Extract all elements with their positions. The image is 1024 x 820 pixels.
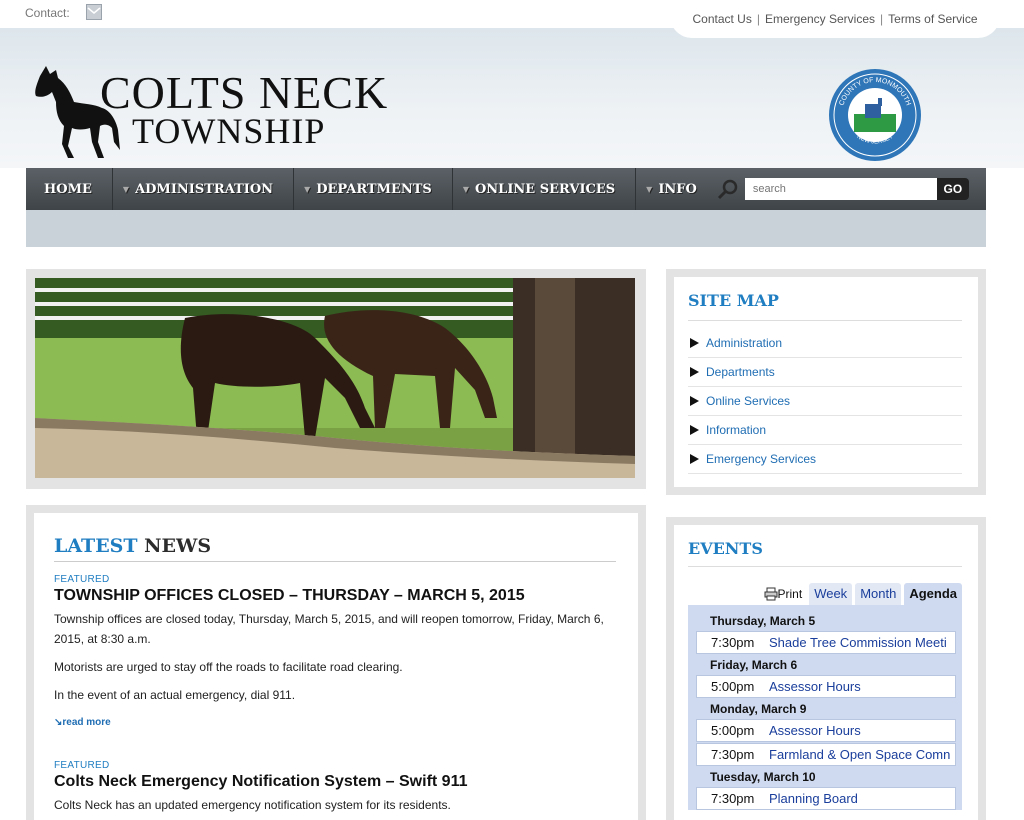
nav-label: INFO (658, 181, 697, 197)
event-name: Assessor Hours (769, 723, 861, 738)
event-time: 7:30pm (711, 747, 755, 762)
main-nav: HOME ▼ ADMINISTRATION ▼ DEPARTMENTS ▼ ONLIN… (26, 168, 986, 210)
chevron-down-icon: ▼ (304, 184, 311, 194)
article-paragraph: In the event of an actual emergency, dia… (54, 688, 296, 702)
triangle-right-icon (690, 367, 699, 377)
sitemap-label: Departments (706, 365, 775, 379)
nav-online-services[interactable]: ▼ ONLINE SERVICES (453, 168, 637, 210)
contact-label: Contact: (25, 6, 70, 20)
site-map-title: SITE MAP (688, 291, 962, 321)
latest-news-panel: LATEST NEWS FEATURED TOWNSHIP OFFICES CL… (26, 505, 646, 820)
triangle-right-icon (690, 425, 699, 435)
agenda-day: Monday, March 9 (710, 702, 807, 716)
divider: | (880, 12, 884, 26)
mail-icon[interactable] (86, 4, 102, 20)
print-label: Print (777, 587, 803, 601)
sitemap-label: Emergency Services (706, 452, 817, 466)
read-more-label: read more (62, 717, 111, 728)
sitemap-item-emergency-services[interactable]: Emergency Services (688, 445, 962, 474)
nav-label: DEPARTMENTS (316, 181, 432, 197)
divider: | (756, 12, 760, 26)
print-button[interactable]: Print (764, 583, 803, 605)
chevron-down-icon: ▼ (122, 184, 130, 194)
events-panel: EVENTS Print Week Month Agenda Thursday,… (666, 517, 986, 820)
tab-agenda[interactable]: Agenda (904, 583, 962, 605)
calendar-tabs: Print Week Month Agenda (688, 581, 962, 605)
photo-banner (26, 269, 646, 489)
utility-links: Contact Us | Emergency Services | Terms … (670, 0, 1000, 38)
horses-photo (35, 278, 635, 478)
agenda-event[interactable]: 5:00pm Assessor Hours (696, 719, 956, 742)
contact-us-link[interactable]: Contact Us (692, 12, 751, 26)
nav-label: HOME (44, 181, 92, 197)
agenda-day: Thursday, March 5 (710, 614, 816, 628)
article-headline[interactable]: TOWNSHIP OFFICES CLOSED – THURSDAY – MAR… (54, 587, 618, 605)
event-time: 5:00pm (711, 679, 755, 694)
event-name: Farmland & Open Space Comn (769, 747, 951, 762)
sitemap-item-information[interactable]: Information (688, 416, 962, 445)
latest-news-title: LATEST NEWS (54, 535, 616, 562)
event-time: 5:00pm (711, 723, 755, 738)
logo-subtitle: TOWNSHIP (132, 111, 326, 151)
news-title-main: NEWS (144, 535, 212, 557)
triangle-right-icon (690, 396, 699, 406)
sitemap-label: Administration (706, 336, 783, 350)
event-name: Assessor Hours (769, 679, 861, 694)
sitemap-label: Information (706, 423, 767, 437)
nav-label: ONLINE SERVICES (474, 181, 616, 197)
sitemap-label: Online Services (706, 394, 791, 408)
event-name: Shade Tree Commission Meeti (769, 635, 947, 650)
search-go-button[interactable]: GO (936, 178, 969, 200)
nav-administration[interactable]: ▼ ADMINISTRATION (113, 168, 295, 210)
agenda-event[interactable]: 5:00pm Assessor Hours (696, 675, 956, 698)
terms-of-service-link[interactable]: Terms of Service (888, 12, 977, 26)
triangle-right-icon (690, 338, 699, 348)
sitemap-item-departments[interactable]: Departments (688, 358, 962, 387)
article-paragraph: Colts Neck has an updated emergency noti… (54, 798, 451, 812)
nav-label: ADMINISTRATION (135, 181, 274, 197)
agenda-day: Tuesday, March 10 (710, 770, 816, 784)
sitemap-item-administration[interactable]: Administration (688, 329, 962, 358)
event-time: 7:30pm (711, 635, 755, 650)
article-headline[interactable]: Colts Neck Emergency Notification System… (54, 773, 618, 791)
nav-home[interactable]: HOME (26, 168, 113, 210)
agenda-event[interactable]: 7:30pm Planning Board (696, 787, 956, 810)
tab-week[interactable]: Week (809, 583, 853, 605)
agenda-list: Thursday, March 5 7:30pm Shade Tree Commi… (688, 605, 962, 810)
search-input[interactable] (744, 178, 937, 200)
events-title: EVENTS (688, 539, 962, 567)
triangle-right-icon (690, 454, 699, 464)
site-map-list: Administration Departments Online Servic… (688, 329, 962, 474)
read-more-link[interactable]: ↘read more (54, 717, 618, 728)
printer-icon (764, 587, 777, 601)
emergency-services-link[interactable]: Emergency Services (765, 12, 875, 26)
news-title-accent: LATEST (54, 535, 138, 557)
featured-tag: FEATURED (54, 574, 110, 585)
agenda-day: Friday, March 6 (710, 658, 798, 672)
event-name: Planning Board (769, 791, 858, 806)
county-seal-icon[interactable]: COUNTY OF MONMOUTH NEW JERSEY (828, 68, 922, 162)
nav-departments[interactable]: ▼ DEPARTMENTS (294, 168, 453, 210)
article-paragraph: Motorists are urged to stay off the road… (54, 660, 403, 674)
featured-tag: FEATURED (54, 760, 110, 771)
nav-info[interactable]: ▼ INFO (636, 168, 705, 210)
article-paragraph: Township offices are closed today, Thurs… (54, 612, 604, 646)
chevron-down-icon: ▼ (646, 184, 653, 194)
sub-nav-bar (26, 210, 986, 247)
tab-month[interactable]: Month (855, 583, 902, 605)
agenda-event[interactable]: 7:30pm Shade Tree Commission Meeti (696, 631, 956, 654)
chevron-down-icon: ▼ (462, 184, 469, 194)
sitemap-item-online-services[interactable]: Online Services (688, 387, 962, 416)
search-icon[interactable] (717, 178, 739, 200)
agenda-event[interactable]: 7:30pm Farmland & Open Space Comn (696, 743, 956, 766)
site-map-panel: SITE MAP Administration Departments Onli… (666, 269, 986, 495)
event-time: 7:30pm (711, 791, 755, 806)
